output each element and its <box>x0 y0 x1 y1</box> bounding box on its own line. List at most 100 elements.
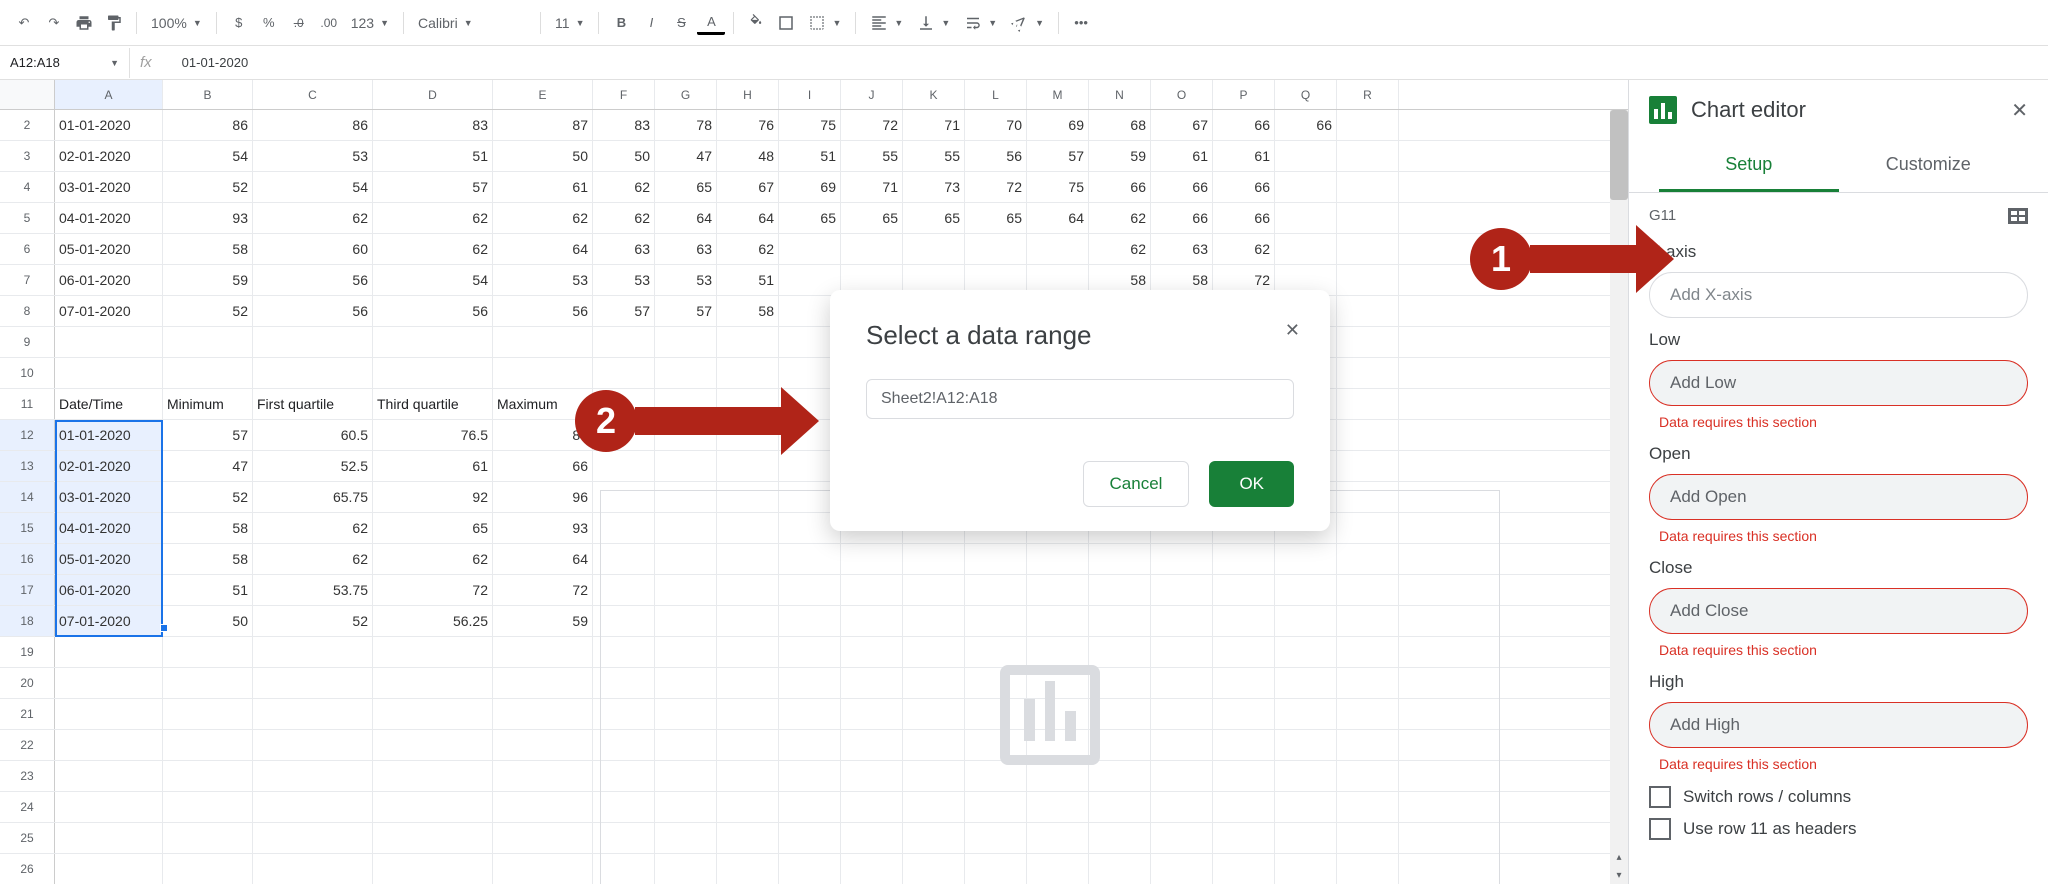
cell[interactable]: 61 <box>493 172 593 202</box>
cell[interactable] <box>717 451 779 481</box>
cell[interactable] <box>1337 420 1399 450</box>
cell[interactable]: 47 <box>655 141 717 171</box>
chart-placeholder[interactable] <box>600 490 1500 884</box>
cell[interactable] <box>493 668 593 698</box>
cell[interactable] <box>717 358 779 388</box>
cell[interactable]: 62 <box>1089 203 1151 233</box>
cell[interactable]: 58 <box>163 544 253 574</box>
cell[interactable] <box>373 792 493 822</box>
cell[interactable] <box>655 420 717 450</box>
column-header[interactable]: F <box>593 80 655 109</box>
column-header[interactable]: P <box>1213 80 1275 109</box>
format-percent[interactable]: % <box>255 9 283 37</box>
cell[interactable]: 60 <box>253 234 373 264</box>
cell[interactable]: 65 <box>373 513 493 543</box>
column-header[interactable]: D <box>373 80 493 109</box>
cell[interactable]: 50 <box>493 141 593 171</box>
cell[interactable]: 59 <box>163 265 253 295</box>
font-size-dropdown[interactable]: 11▼ <box>549 9 590 37</box>
cell[interactable] <box>493 823 593 853</box>
cell[interactable]: 69 <box>779 172 841 202</box>
cell[interactable] <box>253 699 373 729</box>
cell[interactable]: 63 <box>655 234 717 264</box>
row-header[interactable]: 9 <box>0 327 55 357</box>
cell[interactable]: 56.25 <box>373 606 493 636</box>
cell[interactable]: 55 <box>903 141 965 171</box>
cell[interactable] <box>593 451 655 481</box>
cell[interactable] <box>55 699 163 729</box>
cell[interactable]: 51 <box>717 265 779 295</box>
cell[interactable]: 75 <box>1027 172 1089 202</box>
cell[interactable] <box>593 327 655 357</box>
row-header[interactable]: 18 <box>0 606 55 636</box>
cell[interactable] <box>493 637 593 667</box>
text-rotation-button[interactable]: ▼ <box>1005 9 1050 37</box>
cell[interactable]: 76.5 <box>373 420 493 450</box>
cell[interactable] <box>717 420 779 450</box>
data-range-grid-icon[interactable] <box>2008 208 2028 224</box>
cell[interactable] <box>163 854 253 884</box>
cell[interactable]: 59 <box>1089 141 1151 171</box>
cell[interactable]: 62 <box>717 234 779 264</box>
cell[interactable] <box>1275 203 1337 233</box>
add-xaxis-button[interactable]: Add X-axis <box>1649 272 2028 318</box>
cell[interactable] <box>655 451 717 481</box>
cell[interactable]: 83 <box>373 110 493 140</box>
cell[interactable]: 51 <box>779 141 841 171</box>
decrease-decimal[interactable]: .0 <box>285 9 313 37</box>
row-header[interactable]: 19 <box>0 637 55 667</box>
cell[interactable]: 66 <box>1213 172 1275 202</box>
cell[interactable]: 06-01-2020 <box>55 265 163 295</box>
cell[interactable] <box>253 668 373 698</box>
cell[interactable]: 64 <box>493 234 593 264</box>
cell[interactable]: 58 <box>717 296 779 326</box>
cell[interactable] <box>55 327 163 357</box>
cell[interactable] <box>1337 296 1399 326</box>
cell[interactable]: 64 <box>1027 203 1089 233</box>
cell[interactable]: 65.75 <box>253 482 373 512</box>
column-header[interactable]: R <box>1337 80 1399 109</box>
cell[interactable]: 66 <box>1151 172 1213 202</box>
cell[interactable]: 66 <box>1089 172 1151 202</box>
cell[interactable] <box>253 358 373 388</box>
column-header[interactable]: M <box>1027 80 1089 109</box>
cell[interactable] <box>593 358 655 388</box>
cell[interactable]: 52 <box>163 296 253 326</box>
row-header[interactable]: 24 <box>0 792 55 822</box>
cell[interactable]: 67 <box>1151 110 1213 140</box>
format-currency[interactable]: $ <box>225 9 253 37</box>
cell[interactable]: 65 <box>655 172 717 202</box>
column-header[interactable]: K <box>903 80 965 109</box>
vertical-scrollbar[interactable]: ▴ ▾ <box>1610 110 1628 884</box>
cell[interactable]: 07-01-2020 <box>55 606 163 636</box>
cell[interactable] <box>163 668 253 698</box>
number-format-dropdown[interactable]: 123▼ <box>345 9 395 37</box>
cell[interactable]: 54 <box>163 141 253 171</box>
cell[interactable] <box>55 668 163 698</box>
cell[interactable]: 66 <box>1275 110 1337 140</box>
cell[interactable] <box>55 854 163 884</box>
cell[interactable]: 58 <box>163 234 253 264</box>
cell[interactable] <box>253 761 373 791</box>
cell[interactable] <box>965 234 1027 264</box>
cell[interactable]: 03-01-2020 <box>55 482 163 512</box>
cell[interactable]: 58 <box>163 513 253 543</box>
cell[interactable] <box>493 854 593 884</box>
cell[interactable] <box>55 730 163 760</box>
add-close-button[interactable]: Add Close <box>1649 588 2028 634</box>
ok-button[interactable]: OK <box>1209 461 1294 507</box>
cell[interactable]: 62 <box>1089 234 1151 264</box>
column-header[interactable]: C <box>253 80 373 109</box>
formula-input[interactable]: 01-01-2020 <box>162 55 249 70</box>
switch-rows-checkbox[interactable]: Switch rows / columns <box>1649 786 2028 808</box>
cell[interactable] <box>253 823 373 853</box>
cell[interactable] <box>163 761 253 791</box>
cell[interactable]: 50 <box>163 606 253 636</box>
cell[interactable] <box>373 637 493 667</box>
zoom-dropdown[interactable]: 100%▼ <box>145 9 208 37</box>
add-high-button[interactable]: Add High <box>1649 702 2028 748</box>
column-header[interactable]: L <box>965 80 1027 109</box>
cell[interactable]: 65 <box>903 203 965 233</box>
cell[interactable]: 72 <box>841 110 903 140</box>
cell[interactable]: Third quartile <box>373 389 493 419</box>
